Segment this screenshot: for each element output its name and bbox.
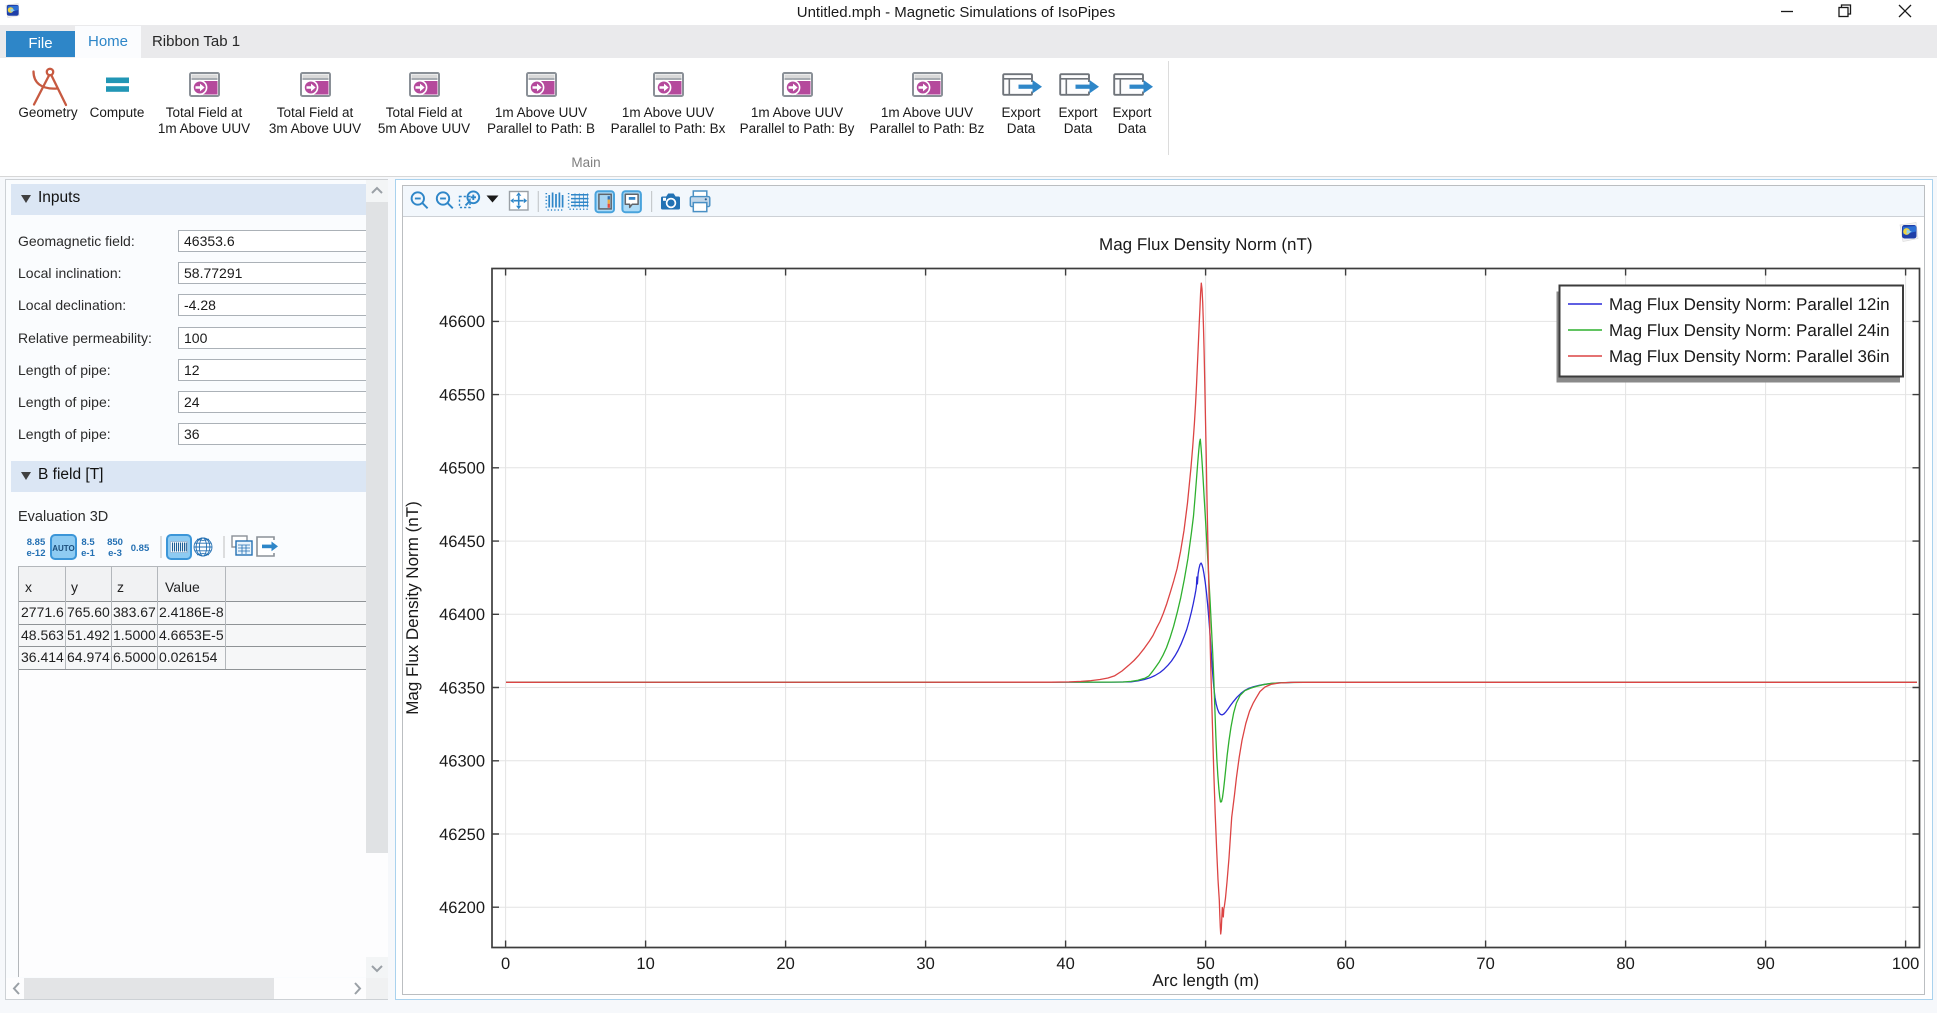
svg-text:e-3: e-3 <box>108 548 122 559</box>
svg-text:80: 80 <box>1616 955 1634 973</box>
svg-text:Mag Flux Density Norm: Paralle: Mag Flux Density Norm: Parallel 24in <box>1609 321 1890 340</box>
svg-text:46300: 46300 <box>439 753 485 771</box>
svg-text:Mag Flux Density Norm (nT): Mag Flux Density Norm (nT) <box>403 501 422 714</box>
svg-text:46400: 46400 <box>439 606 485 624</box>
svg-text:0.85: 0.85 <box>131 543 150 554</box>
svg-text:90: 90 <box>1756 955 1774 973</box>
svg-text:10: 10 <box>636 955 654 973</box>
svg-text:AUTO: AUTO <box>52 544 75 553</box>
svg-text:30: 30 <box>916 955 934 973</box>
svg-text:e-12: e-12 <box>26 548 45 559</box>
svg-text:8.85: 8.85 <box>27 537 46 548</box>
svg-text:Mag Flux Density Norm (nT): Mag Flux Density Norm (nT) <box>1099 235 1312 254</box>
svg-text:Mag Flux Density Norm: Paralle: Mag Flux Density Norm: Parallel 12in <box>1609 295 1890 314</box>
svg-text:46350: 46350 <box>439 679 485 697</box>
svg-text:40: 40 <box>1056 955 1074 973</box>
svg-text:Mag Flux Density Norm: Paralle: Mag Flux Density Norm: Parallel 36in <box>1609 347 1890 366</box>
svg-text:46500: 46500 <box>439 460 485 478</box>
svg-text:0: 0 <box>501 955 510 973</box>
svg-text:20: 20 <box>776 955 794 973</box>
svg-text:46200: 46200 <box>439 899 485 917</box>
svg-text:70: 70 <box>1476 955 1494 973</box>
svg-text:60: 60 <box>1336 955 1354 973</box>
svg-text:e-1: e-1 <box>81 548 95 559</box>
svg-text:Arc length (m): Arc length (m) <box>1152 971 1259 990</box>
svg-text:100: 100 <box>1892 955 1920 973</box>
svg-text:46550: 46550 <box>439 386 485 404</box>
svg-text:850: 850 <box>107 537 123 548</box>
svg-text:8.5: 8.5 <box>81 537 95 548</box>
svg-text:46600: 46600 <box>439 313 485 331</box>
svg-text:46450: 46450 <box>439 533 485 551</box>
svg-text:46250: 46250 <box>439 826 485 844</box>
